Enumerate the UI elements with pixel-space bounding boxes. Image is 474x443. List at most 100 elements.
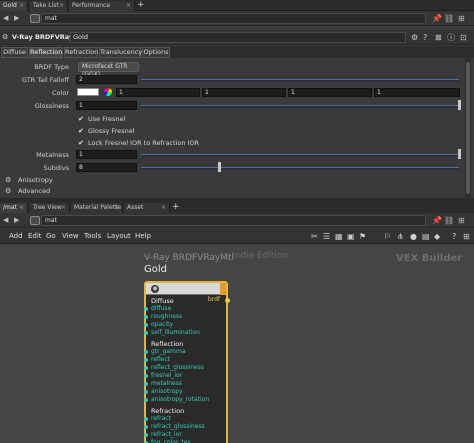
tab-refraction[interactable]: Refraction xyxy=(64,47,98,58)
input-port[interactable] xyxy=(144,323,148,327)
input-port[interactable] xyxy=(144,425,148,429)
lock-icon[interactable]: ⊠ xyxy=(435,32,442,43)
close-icon[interactable]: × xyxy=(161,203,166,213)
back-icon[interactable]: ◀ xyxy=(3,216,8,225)
path-field[interactable]: mat xyxy=(41,215,426,226)
pin-icon[interactable]: 📌 xyxy=(432,215,442,226)
dot-icon[interactable]: ● xyxy=(410,232,417,241)
settings-icon[interactable]: ⚙ xyxy=(411,32,418,43)
input-port[interactable] xyxy=(144,358,148,362)
node-header[interactable]: ◉ xyxy=(146,283,226,295)
glossiness-field[interactable]: 1 xyxy=(76,101,137,110)
menu-go[interactable]: Go xyxy=(46,232,56,241)
input-port[interactable] xyxy=(144,350,148,354)
back-icon[interactable]: ◀ xyxy=(3,14,8,23)
vray-material-node[interactable]: ◉ brdf Diffuse diffuse roughness opacity… xyxy=(144,281,230,443)
info-icon[interactable]: ⓘ xyxy=(447,32,455,43)
gear-icon[interactable]: ⚙ xyxy=(2,33,8,41)
bookmark-icon[interactable]: ⊡ xyxy=(460,32,467,43)
list-icon[interactable]: ☰ xyxy=(323,232,330,241)
tab-tree-view[interactable]: Tree View × xyxy=(30,203,70,213)
link-icon[interactable]: ⛓ xyxy=(444,13,454,24)
pin-icon[interactable]: 📌 xyxy=(432,13,442,24)
input-port[interactable] xyxy=(144,307,148,311)
gear-icon[interactable]: ⚙ xyxy=(5,176,11,184)
tab-diffuse[interactable]: Diffuse xyxy=(1,47,28,58)
add-tab-icon[interactable]: + xyxy=(137,0,145,10)
scrollbar-thumb[interactable] xyxy=(466,62,470,194)
input-port[interactable] xyxy=(144,315,148,319)
input-port[interactable] xyxy=(144,366,148,370)
close-icon[interactable]: × xyxy=(114,203,119,213)
gear-icon[interactable]: ⚙ xyxy=(5,187,11,195)
tab-material-palette[interactable]: Material Palette × xyxy=(71,203,123,213)
tab-mat[interactable]: /mat × xyxy=(0,203,28,213)
input-port[interactable] xyxy=(144,417,148,421)
metalness-field[interactable]: 1 xyxy=(76,150,137,159)
glossy-fresnel-checkbox[interactable]: ✔ xyxy=(78,128,84,135)
lock-fresnel-ior-checkbox[interactable]: ✔ xyxy=(78,140,84,147)
close-icon[interactable]: × xyxy=(59,1,64,11)
close-icon[interactable]: × xyxy=(19,1,24,11)
path-field[interactable]: mat xyxy=(41,13,426,24)
color-g-field[interactable]: 1 xyxy=(202,88,286,97)
color-b-field[interactable]: 1 xyxy=(288,88,372,97)
subdivs-slider[interactable] xyxy=(141,167,459,170)
menu-add[interactable]: Add xyxy=(9,232,23,241)
network-graph[interactable]: V-Ray BRDFVRayMtl Gold Indie Edition VEX… xyxy=(0,245,474,443)
menu-edit[interactable]: Edit xyxy=(28,232,42,241)
metalness-slider-handle[interactable] xyxy=(458,149,461,159)
advanced-folder[interactable]: Advanced xyxy=(18,187,50,195)
pane-menu-icon[interactable]: ⊞ xyxy=(458,13,465,24)
tab-take-list[interactable]: Take List × xyxy=(30,1,68,11)
forward-icon[interactable]: ▶ xyxy=(14,14,19,23)
display-flag-icon[interactable]: ⚐ xyxy=(384,232,391,241)
metalness-slider[interactable] xyxy=(141,154,459,157)
tree-icon[interactable]: ⋔ xyxy=(397,232,404,241)
menu-tools[interactable]: Tools xyxy=(84,232,101,241)
wrench-icon[interactable]: ✂ xyxy=(311,232,318,241)
menu-view[interactable]: View xyxy=(62,232,79,241)
color-swatch[interactable] xyxy=(77,88,99,96)
parameters-scrollbar[interactable] xyxy=(465,58,471,198)
input-port[interactable] xyxy=(144,390,148,394)
add-tab-icon[interactable]: + xyxy=(172,202,180,212)
flag-icon[interactable]: ⚑ xyxy=(359,232,366,241)
color-wheel-icon[interactable] xyxy=(104,88,112,96)
tab-reflection[interactable]: Reflection xyxy=(29,47,63,58)
menu-layout[interactable]: Layout xyxy=(107,232,131,241)
tab-performance-monitor[interactable]: Performance Monitor × xyxy=(69,1,135,19)
color-a-field[interactable]: 1 xyxy=(374,88,460,97)
image-icon[interactable]: ▣ xyxy=(347,232,355,241)
brdf-type-dropdown[interactable]: Microfacet GTR (GGX) xyxy=(78,62,139,78)
glossiness-slider-handle[interactable] xyxy=(458,100,461,110)
node-flag[interactable] xyxy=(220,283,226,295)
subdivs-field[interactable]: 8 xyxy=(76,163,137,172)
color-r-field[interactable]: 1 xyxy=(116,88,200,97)
help-icon[interactable]: ? xyxy=(452,232,456,241)
help-icon[interactable]: ? xyxy=(423,32,427,43)
gtr-tail-falloff-slider[interactable] xyxy=(141,79,459,82)
tab-gold[interactable]: Gold × xyxy=(0,1,28,11)
use-fresnel-checkbox[interactable]: ✔ xyxy=(78,116,84,123)
layout-icon[interactable]: ▤ xyxy=(422,232,430,241)
node-name-field[interactable]: Gold xyxy=(70,32,406,43)
link-icon[interactable]: ⛓ xyxy=(444,215,454,226)
close-icon[interactable]: × xyxy=(19,203,24,213)
forward-icon[interactable]: ▶ xyxy=(14,216,19,225)
input-port[interactable] xyxy=(144,398,148,402)
input-port[interactable] xyxy=(144,374,148,378)
color-icon[interactable]: ◆ xyxy=(434,232,440,241)
output-port[interactable] xyxy=(225,298,230,303)
input-port[interactable] xyxy=(144,382,148,386)
input-port[interactable] xyxy=(144,433,148,437)
gtr-tail-falloff-field[interactable]: 2 xyxy=(76,75,137,84)
subdivs-slider-handle[interactable] xyxy=(218,162,221,172)
menu-help[interactable]: Help xyxy=(135,232,151,241)
tab-asset-browser[interactable]: Asset Browser × xyxy=(124,203,170,221)
maximize-icon[interactable]: ⊞ xyxy=(463,232,470,241)
tab-translucency[interactable]: Translucency xyxy=(99,47,142,58)
grid-icon[interactable]: ▦ xyxy=(335,232,343,241)
glossiness-slider[interactable] xyxy=(141,105,459,108)
close-icon[interactable]: × xyxy=(126,1,131,11)
